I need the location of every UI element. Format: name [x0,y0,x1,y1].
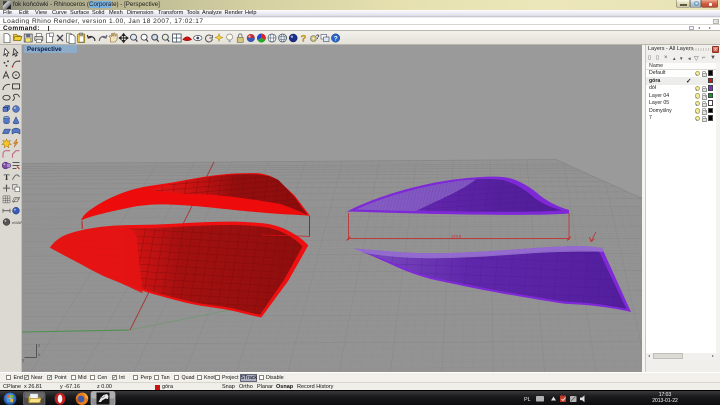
svg-text:?: ? [316,35,320,41]
svg-text:?: ? [301,34,307,44]
svg-text:PL: PL [524,397,531,403]
svg-text:.: . [17,52,18,58]
svg-text:123.8: 123.8 [451,233,462,238]
svg-text:T: T [4,172,10,182]
svg-text:eMAP: eMAP [12,220,22,225]
svg-text:?: ? [334,36,338,43]
